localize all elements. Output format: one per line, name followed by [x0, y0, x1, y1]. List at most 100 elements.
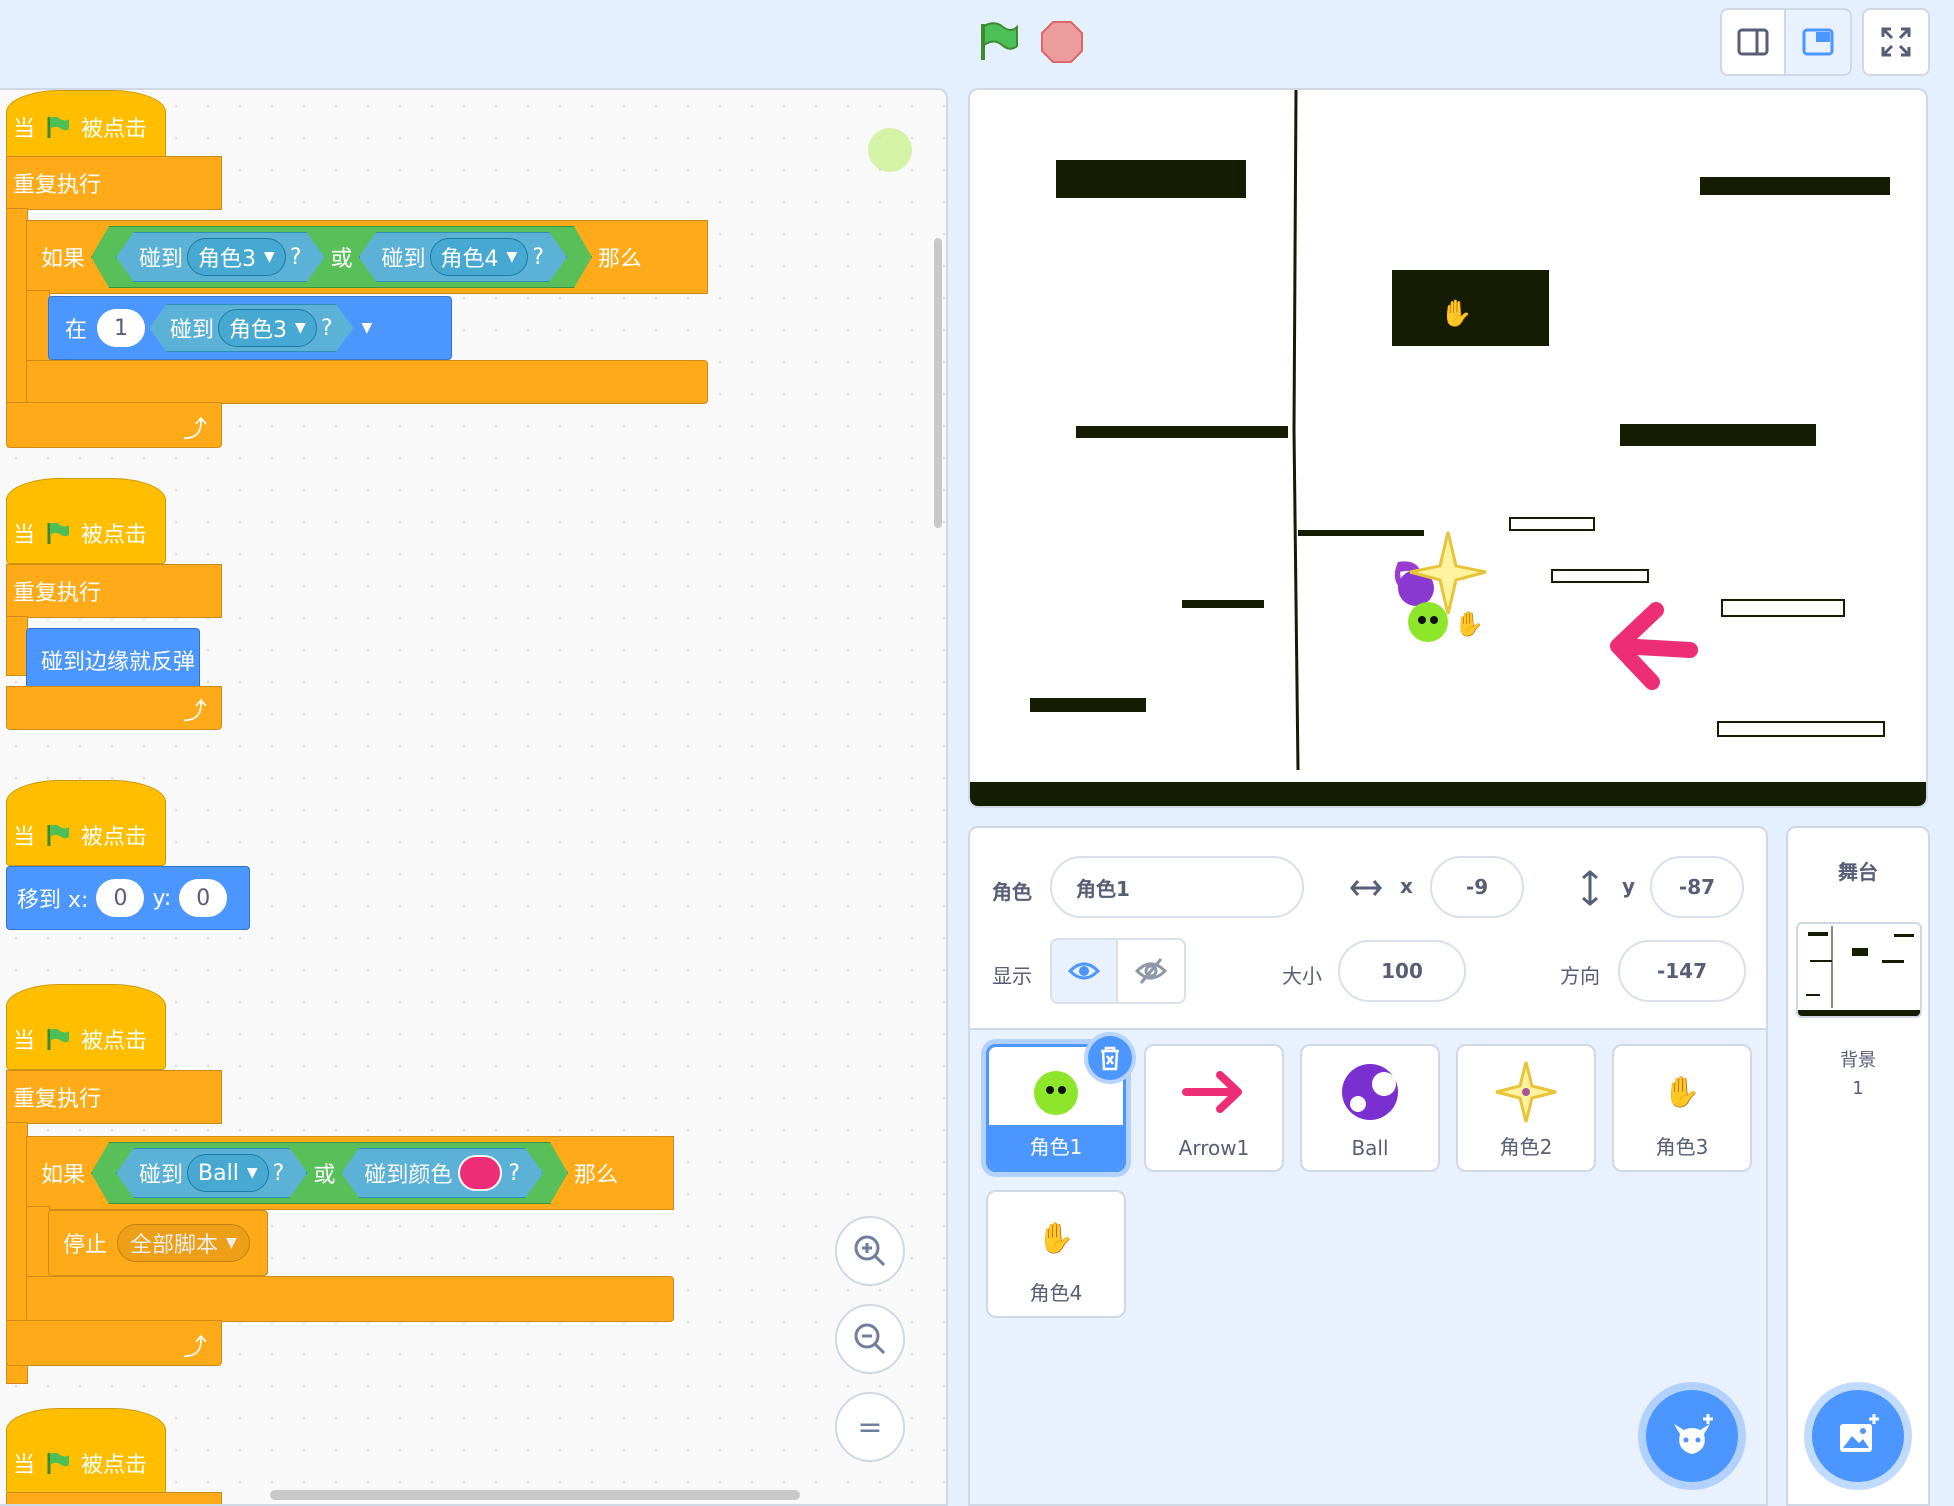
platform	[1030, 698, 1146, 712]
stage-thumbnail[interactable]	[1796, 922, 1922, 1018]
when-flag-clicked-block[interactable]: 当 被点击	[6, 984, 166, 1070]
touching-ball-block[interactable]: 碰到 Ball ▼ ?	[116, 1148, 307, 1198]
color-picker-swatch[interactable]	[458, 1155, 502, 1191]
touching-sprite3-block[interactable]: 碰到 角色3 ▼ ?	[116, 232, 324, 282]
fullscreen-button[interactable]	[1862, 8, 1930, 76]
sprite-name-input[interactable]: 角色1	[1050, 856, 1304, 918]
ground	[970, 782, 1926, 806]
if-end	[26, 360, 708, 404]
outline-platform	[1551, 569, 1649, 583]
sprite-tile-arrow1[interactable]: Arrow1	[1144, 1044, 1284, 1172]
forever-block[interactable]: 重复执行	[6, 1070, 222, 1124]
block-text: 或	[313, 1163, 336, 1188]
touching-sprite4-block[interactable]: 碰到 角色4 ▼ ?	[359, 232, 567, 282]
delete-sprite-button[interactable]	[1084, 1032, 1136, 1084]
svg-text:✋: ✋	[1440, 298, 1472, 329]
block-text: ?	[508, 1160, 521, 1186]
add-backdrop-button[interactable]	[1812, 1390, 1904, 1482]
visibility-toggle	[1050, 938, 1186, 1004]
normal-stage-button[interactable]	[1786, 8, 1852, 76]
or-operator[interactable]: 碰到 Ball ▼ ? 或 碰到颜色 ?	[91, 1142, 568, 1204]
sprite-tile-角色4[interactable]: ✋ 角色4	[986, 1190, 1126, 1318]
stage-canvas[interactable]: ✋ ✋	[968, 88, 1928, 808]
outline-platform	[1721, 599, 1845, 617]
purple-ball-icon	[1302, 1056, 1438, 1128]
green-ball-sprite	[1408, 602, 1448, 642]
forever-arm	[6, 208, 28, 418]
x-input[interactable]: -9	[1430, 856, 1524, 918]
vertical-wall	[1292, 90, 1300, 771]
target-dropdown[interactable]: Ball ▼	[187, 1154, 269, 1192]
stop-option-dropdown[interactable]: 全部脚本 ▼	[117, 1224, 250, 1262]
hand-icon: ✋	[1037, 1220, 1075, 1256]
block-text: 移到 x:	[17, 888, 89, 913]
green-flag-icon[interactable]	[975, 18, 1021, 64]
horizontal-scrollbar[interactable]	[270, 1490, 800, 1500]
block-text: 或	[330, 247, 353, 272]
small-stage-button[interactable]	[1720, 8, 1786, 76]
x-value: -9	[1465, 875, 1489, 899]
normal-stage-icon	[1802, 28, 1834, 56]
size-input[interactable]: 100	[1338, 940, 1466, 1002]
when-flag-clicked-block[interactable]: 当 被点击	[6, 90, 166, 160]
x-input[interactable]: 0	[96, 879, 145, 917]
block-text: 碰到边缘就反弹	[41, 650, 196, 675]
touching-sprite3-block[interactable]: 碰到 角色3 ▼ ?	[149, 304, 353, 352]
block-text: 被点击	[81, 117, 148, 142]
hide-button[interactable]	[1118, 938, 1186, 1004]
go-to-xy-block[interactable]: 移到 x: 0 y: 0	[6, 866, 250, 930]
platform	[1620, 424, 1816, 446]
add-sprite-button[interactable]	[1646, 1390, 1738, 1482]
direction-input[interactable]: -147	[1618, 940, 1746, 1002]
x-label: x	[1400, 874, 1413, 898]
target-dropdown[interactable]: 角色3 ▼	[187, 238, 286, 276]
vertical-arrows-icon	[1582, 870, 1598, 906]
when-flag-clicked-block[interactable]: 当 被点击	[6, 478, 166, 564]
y-input[interactable]: 0	[179, 879, 228, 917]
size-label: 大小	[1282, 964, 1322, 988]
outline-platform	[1509, 517, 1595, 531]
zoom-reset-button[interactable]: =	[835, 1392, 905, 1462]
image-plus-icon	[1840, 1414, 1879, 1452]
y-input[interactable]: -87	[1650, 856, 1744, 918]
sprite-tile-角色3[interactable]: ✋ 角色3	[1612, 1044, 1752, 1172]
chevron-down-icon[interactable]: ▼	[362, 320, 373, 336]
zoom-out-button[interactable]	[835, 1304, 905, 1374]
target-dropdown[interactable]: 角色3 ▼	[218, 309, 317, 347]
block-text: 在	[65, 318, 88, 343]
bounce-on-edge-block[interactable]: 碰到边缘就反弹	[26, 628, 200, 692]
sprite-tile-ball[interactable]: Ball	[1300, 1044, 1440, 1172]
forever-arm	[6, 616, 28, 676]
forever-block[interactable]: 重复执行	[6, 156, 222, 210]
outline-platform	[1717, 721, 1885, 737]
y-label: y	[1622, 874, 1636, 898]
forever-block[interactable]	[6, 1492, 222, 1504]
code-workspace[interactable]: 当 被点击 重复执行 如果 碰到 角色3 ▼ ? 或 碰到 角色4 ▼ ? 那么 在…	[0, 88, 948, 1506]
motion-block[interactable]: 在 1 碰到 角色3 ▼ ? ▼	[48, 296, 452, 360]
block-text: ?	[289, 244, 302, 270]
green-flag-icon	[47, 522, 70, 544]
block-text: 被点击	[81, 1453, 148, 1478]
show-button[interactable]	[1050, 938, 1118, 1004]
block-text: 被点击	[81, 1029, 148, 1054]
stop-block[interactable]: 停止 全部脚本 ▼	[48, 1210, 268, 1276]
number-input[interactable]: 1	[97, 309, 146, 347]
platform	[1076, 426, 1288, 438]
touching-color-block[interactable]: 碰到颜色 ?	[341, 1148, 543, 1198]
vertical-scrollbar[interactable]	[934, 238, 942, 528]
zoom-in-button[interactable]	[835, 1216, 905, 1286]
block-text: 如果	[41, 1163, 86, 1188]
forever-block[interactable]: 重复执行	[6, 564, 222, 618]
sprite-tile-角色2[interactable]: 角色2	[1456, 1044, 1596, 1172]
hand-icon: ✋	[1440, 298, 1472, 329]
block-text: 碰到	[139, 247, 184, 272]
when-flag-clicked-block[interactable]: 当 被点击	[6, 1408, 166, 1494]
reset-zoom-label: =	[857, 1409, 883, 1445]
if-then-block[interactable]: 如果 碰到 角色3 ▼ ? 或 碰到 角色4 ▼ ? 那么	[26, 220, 708, 294]
trash-icon	[1101, 1046, 1119, 1071]
when-flag-clicked-block[interactable]: 当 被点击	[6, 780, 166, 866]
or-operator[interactable]: 碰到 角色3 ▼ ? 或 碰到 角色4 ▼ ?	[91, 226, 592, 288]
if-then-block[interactable]: 如果 碰到 Ball ▼ ? 或 碰到颜色 ? 那么	[26, 1136, 674, 1210]
target-dropdown[interactable]: 角色4 ▼	[430, 238, 529, 276]
stop-sign-icon[interactable]	[1040, 20, 1084, 64]
